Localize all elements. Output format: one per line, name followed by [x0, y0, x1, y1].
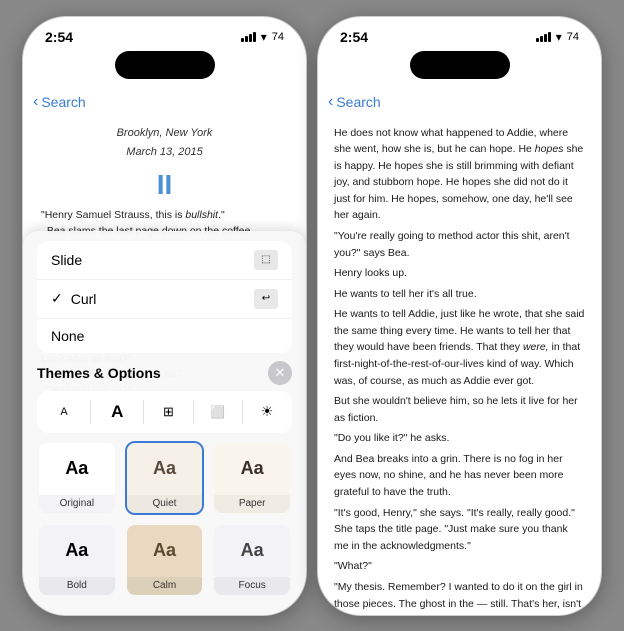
divider-1 [90, 400, 91, 424]
reading-para-3: Henry looks up. [334, 265, 585, 282]
reading-para-7: "Do you like it?" he asks. [334, 430, 585, 447]
scroll-option-slide[interactable]: Slide ⬚ [37, 241, 292, 280]
scroll-option-none[interactable]: None [37, 319, 292, 353]
battery-2: 74 [567, 31, 579, 43]
battery-1: 74 [272, 31, 284, 43]
back-chevron-icon: ‹ [33, 93, 38, 111]
overlay-panel: Slide ⬚ ✓ Curl ↩ None [23, 231, 306, 615]
phone-1: 2:54 ▾ 74 ‹ Search Brooklyn, New [22, 16, 307, 616]
back-button-2[interactable]: ‹ Search [328, 93, 381, 111]
theme-focus[interactable]: Aa Focus [212, 523, 292, 597]
font-size-row: A A ⊞ ⬜ ☀ [37, 391, 292, 433]
font-small-label: A [60, 406, 67, 418]
status-indicators-1: ▾ 74 [241, 30, 284, 44]
font-size-increase[interactable]: A [100, 397, 134, 427]
theme-bold-preview: Aa [39, 525, 115, 577]
status-indicators-2: ▾ 74 [536, 30, 579, 44]
theme-bold[interactable]: Aa Bold [37, 523, 117, 597]
font-large-label: A [111, 402, 123, 422]
theme-calm-preview: Aa [127, 525, 203, 577]
reading-para-4: He wants to tell her it's all true. [334, 286, 585, 303]
scroll-none-label: None [51, 328, 84, 344]
theme-paper-preview: Aa [214, 443, 290, 495]
status-time-2: 2:54 [340, 29, 368, 45]
layout-button[interactable]: ⬜ [203, 397, 233, 427]
back-button-1[interactable]: ‹ Search [33, 93, 86, 111]
back-label-2: Search [336, 94, 380, 110]
reading-para-6: But she wouldn't believe him, so he lets… [334, 393, 585, 426]
theme-focus-preview: Aa [214, 525, 290, 577]
text-format-icon: ⊞ [163, 404, 174, 420]
divider-3 [193, 400, 194, 424]
curl-icon: ↩ [262, 293, 270, 304]
chapter-number: II [41, 163, 288, 206]
brightness-button[interactable]: ☀ [252, 397, 282, 427]
scroll-curl-label: Curl [71, 291, 97, 307]
wifi-icon-2: ▾ [556, 30, 562, 44]
theme-original-preview: Aa [39, 443, 115, 495]
font-size-decrease[interactable]: A [47, 397, 81, 427]
dynamic-island-2 [410, 51, 510, 79]
status-bar-1: 2:54 ▾ 74 [23, 17, 306, 51]
nav-bar-1: ‹ Search [23, 85, 306, 119]
divider-2 [143, 400, 144, 424]
theme-quiet-preview: Aa [127, 443, 203, 495]
theme-bold-label: Bold [39, 577, 115, 595]
check-icon: ✓ [51, 290, 63, 307]
book-location: Brooklyn, New York [41, 125, 288, 142]
signal-icon-2 [536, 32, 551, 42]
slide-icon-box: ⬚ [254, 250, 278, 270]
book-date: March 13, 2015 [41, 144, 288, 161]
reading-para-5: He wants to tell Addie, just like he wro… [334, 306, 585, 389]
layout-icon: ⬜ [210, 405, 225, 419]
dynamic-island-1 [115, 51, 215, 79]
scroll-option-curl[interactable]: ✓ Curl ↩ [37, 280, 292, 319]
reading-para-8: And Bea breaks into a grin. There is no … [334, 451, 585, 501]
reading-para-10: "What?" [334, 558, 585, 575]
status-time-1: 2:54 [45, 29, 73, 45]
curl-icon-box: ↩ [254, 289, 278, 309]
phone-2: 2:54 ▾ 74 ‹ Search He does not k [317, 16, 602, 616]
signal-icon [241, 32, 256, 42]
reading-para-11: "My thesis. Remember? I wanted to do it … [334, 579, 585, 616]
theme-calm[interactable]: Aa Calm [125, 523, 205, 597]
brightness-icon: ☀ [261, 403, 274, 420]
theme-focus-label: Focus [214, 577, 290, 595]
reading-content: He does not know what happened to Addie,… [318, 119, 601, 616]
font-style-button[interactable]: ⊞ [154, 397, 184, 427]
theme-quiet[interactable]: Aa Quiet [125, 441, 205, 515]
themes-title: Themes & Options [37, 365, 161, 381]
slide-icon: ⬚ [261, 254, 270, 265]
theme-calm-label: Calm [127, 577, 203, 595]
reading-para-1: He does not know what happened to Addie,… [334, 125, 585, 224]
nav-bar-2: ‹ Search [318, 85, 601, 119]
theme-paper-label: Paper [214, 495, 290, 513]
theme-paper[interactable]: Aa Paper [212, 441, 292, 515]
back-chevron-icon-2: ‹ [328, 93, 333, 111]
themes-header: Themes & Options ✕ [37, 361, 292, 385]
theme-original-label: Original [39, 495, 115, 513]
theme-original[interactable]: Aa Original [37, 441, 117, 515]
theme-grid: Aa Original Aa Quiet Aa Paper [37, 441, 292, 597]
reading-para-2: "You're really going to method actor thi… [334, 228, 585, 261]
scroll-options-list: Slide ⬚ ✓ Curl ↩ None [37, 241, 292, 353]
wifi-icon: ▾ [261, 30, 267, 44]
divider-4 [242, 400, 243, 424]
close-button[interactable]: ✕ [268, 361, 292, 385]
status-bar-2: 2:54 ▾ 74 [318, 17, 601, 51]
scroll-slide-label: Slide [51, 252, 82, 268]
back-label-1: Search [41, 94, 85, 110]
reading-para-9: "It's good, Henry," she says. "It's real… [334, 505, 585, 555]
phones-container: 2:54 ▾ 74 ‹ Search Brooklyn, New [22, 16, 602, 616]
theme-quiet-label: Quiet [127, 495, 203, 513]
